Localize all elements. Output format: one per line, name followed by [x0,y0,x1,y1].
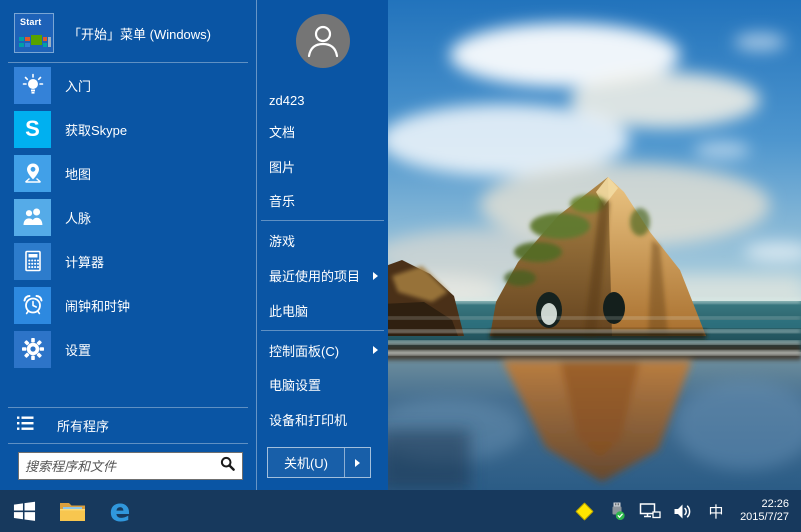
submenu-arrow-icon [373,271,378,280]
start-menu-right-column: zd423 文档 图片 音乐 游戏 最近使用的项目 此电脑 控制面板(C) 电脑… [257,0,388,490]
map-pin-icon [14,154,51,192]
divider [261,220,384,222]
shutdown-options-button[interactable] [345,448,370,477]
start-menu-header[interactable]: Start 「开始」菜单 (Windows) [0,8,256,58]
yellow-note-icon [574,501,594,521]
menu-item-label: 获取Skype [65,122,128,138]
right-item-control-panel[interactable]: 控制面板(C) [257,333,388,368]
shutdown-button[interactable]: 关机(U) [268,448,345,478]
file-explorer-icon [59,502,85,521]
search-icon[interactable] [220,456,235,476]
shutdown-label: 关机(U) [283,456,329,472]
menu-item-label: 人脉 [65,210,92,226]
menu-item-get-skype[interactable]: S 获取Skype [0,107,256,151]
skype-icon: S [14,110,51,148]
taskbar: e 中 22:26 2015/7/27 [0,490,801,532]
menu-item-label: 设置 [65,342,92,358]
right-item-label: 控制面板(C) [269,343,340,359]
usb-device-icon [612,502,625,520]
edge-icon: e [109,493,131,529]
clock-date: 2015/7/27 [740,511,789,523]
tray-note-icon[interactable] [571,496,597,526]
right-item-label: 设备和打印机 [269,413,348,429]
taskbar-file-explorer-button[interactable] [48,490,96,532]
start-menu: Start 「开始」菜单 (Windows) 入门 S 获取Skype 地图 人… [0,0,388,490]
right-item-label: 电脑设置 [269,378,322,394]
taskbar-edge-button[interactable]: e [96,490,144,532]
right-item-devices-printers[interactable]: 设备和打印机 [257,402,388,437]
right-item-recent-items[interactable]: 最近使用的项目 [257,258,388,293]
start-logo-icon: Start [14,13,54,53]
right-item-label: 此电脑 [269,303,309,319]
start-menu-left-column: Start 「开始」菜单 (Windows) 入门 S 获取Skype 地图 人… [0,0,257,490]
menu-item-label: 地图 [65,166,92,182]
calculator-icon [14,242,51,280]
right-item-this-pc[interactable]: 此电脑 [257,293,388,328]
right-item-games[interactable]: 游戏 [257,223,388,258]
network-icon [639,503,661,519]
tray-usb-icon[interactable] [604,496,630,526]
menu-item-calculator[interactable]: 计算器 [0,239,256,283]
search-box[interactable] [18,452,243,480]
right-item-label: 图片 [269,159,296,175]
gear-icon [14,330,51,368]
skype-letter: S [25,116,40,141]
desktop-screen: Start 「开始」菜单 (Windows) 入门 S 获取Skype 地图 人… [0,0,801,532]
alarm-clock-icon [14,286,51,324]
system-tray: 中 22:26 2015/7/27 [571,496,801,526]
ime-label: 中 [708,503,724,521]
tray-volume-icon[interactable] [670,496,696,526]
menu-item-label: 闹钟和时钟 [65,298,131,314]
taskbar-start-button[interactable] [0,490,48,532]
submenu-arrow-icon [373,346,378,355]
clock-time: 22:26 [761,498,789,510]
right-item-label: 最近使用的项目 [269,269,361,285]
all-programs-icon [17,416,34,436]
right-item-music[interactable]: 音乐 [257,183,388,218]
right-item-documents[interactable]: 文档 [257,114,388,149]
menu-item-people[interactable]: 人脉 [0,195,256,239]
windows-logo-icon [13,501,35,521]
tray-network-icon[interactable] [637,496,663,526]
shutdown-split-button: 关机(U) [267,447,371,479]
all-programs-button[interactable]: 所有程序 [0,408,256,443]
menu-item-alarms[interactable]: 闹钟和时钟 [0,283,256,327]
start-tile-label: Start [20,17,42,27]
right-item-pictures[interactable]: 图片 [257,149,388,184]
taskbar-clock[interactable]: 22:26 2015/7/27 [736,498,793,524]
menu-item-label: 入门 [65,78,92,94]
right-item-label: 游戏 [269,234,296,250]
right-item-label: 音乐 [269,194,296,210]
ime-indicator[interactable]: 中 [703,496,729,526]
menu-item-label: 计算器 [65,254,105,270]
menu-item-settings[interactable]: 设置 [0,327,256,371]
people-icon [14,198,51,236]
search-input[interactable] [25,458,220,474]
start-menu-title: 「开始」菜单 (Windows) [68,26,212,42]
menu-item-get-started[interactable]: 入门 [0,63,256,107]
menu-item-maps[interactable]: 地图 [0,151,256,195]
user-name[interactable]: zd423 [257,88,388,114]
lightbulb-icon [14,66,51,104]
right-item-pc-settings[interactable]: 电脑设置 [257,368,388,403]
divider [261,329,384,331]
all-programs-label: 所有程序 [57,419,110,434]
shutdown-arrow-icon [355,458,360,467]
right-item-label: 文档 [269,124,296,140]
speaker-icon [674,504,690,518]
user-avatar-icon[interactable] [295,14,350,68]
